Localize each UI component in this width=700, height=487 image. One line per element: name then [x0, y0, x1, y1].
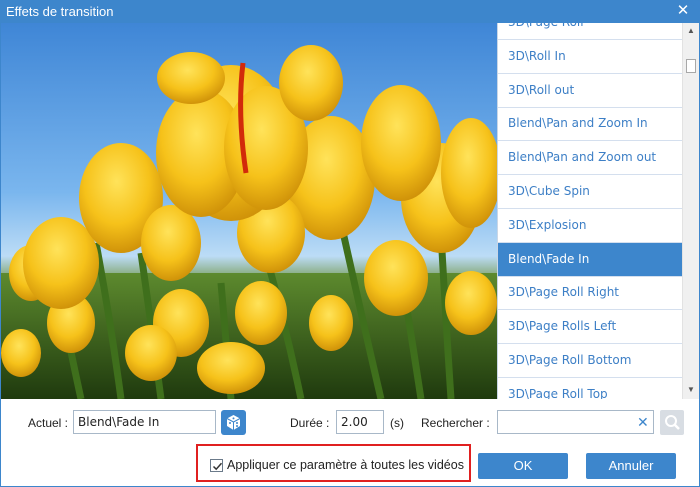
- search-button[interactable]: [660, 410, 684, 435]
- transition-item[interactable]: 3D\Page Roll: [498, 23, 682, 40]
- duration-label: Durée :: [290, 416, 330, 430]
- title-bar: Effets de transition ✕: [0, 0, 700, 23]
- window-title: Effets de transition: [6, 4, 114, 19]
- current-transition-field[interactable]: Blend\Fade In: [73, 410, 216, 434]
- transition-item[interactable]: 3D\Page Roll Bottom: [498, 344, 682, 378]
- scroll-up-icon[interactable]: ▲: [683, 24, 699, 38]
- transition-item[interactable]: 3D\Page Rolls Left: [498, 310, 682, 345]
- transition-item[interactable]: 3D\Explosion: [498, 209, 682, 243]
- tulips-picture: [1, 45, 497, 399]
- transition-item[interactable]: 3D\Roll In: [498, 40, 682, 74]
- close-icon[interactable]: ✕: [674, 2, 692, 20]
- ok-button[interactable]: OK: [478, 453, 568, 479]
- checkmark-icon: [212, 462, 223, 471]
- transition-item[interactable]: Blend\Pan and Zoom In: [498, 107, 682, 142]
- search-input[interactable]: [497, 410, 654, 434]
- transition-item[interactable]: 3D\Page Roll Right: [498, 276, 682, 311]
- apply-all-checkbox[interactable]: [210, 459, 223, 472]
- vertical-scrollbar[interactable]: ▲ ▼: [682, 23, 699, 399]
- transition-item[interactable]: 3D\Roll out: [498, 74, 682, 108]
- duration-input[interactable]: 2.00: [336, 410, 384, 434]
- random-transition-button[interactable]: [221, 410, 246, 435]
- clear-search-icon[interactable]: ✕: [637, 414, 649, 431]
- transition-item[interactable]: 3D\Page Roll Top: [498, 378, 682, 399]
- transition-item[interactable]: Blend\Pan and Zoom out: [498, 141, 682, 176]
- current-label: Actuel :: [28, 416, 69, 430]
- transition-item[interactable]: 3D\Cube Spin: [498, 175, 682, 209]
- transition-list[interactable]: 3D\Page Roll3D\Roll In3D\Roll outBlend\P…: [497, 23, 682, 399]
- dice-icon: [226, 415, 241, 430]
- search-label: Rechercher :: [421, 416, 490, 430]
- preview-image: [1, 23, 497, 399]
- scroll-thumb[interactable]: [686, 59, 696, 73]
- search-icon: [665, 415, 680, 430]
- cancel-button[interactable]: Annuler: [586, 453, 676, 479]
- scroll-down-icon[interactable]: ▼: [683, 383, 699, 397]
- duration-unit: (s): [390, 416, 404, 430]
- apply-all-label: Appliquer ce paramètre à toutes les vidé…: [227, 458, 464, 472]
- transition-item[interactable]: Blend\Fade In: [498, 242, 682, 277]
